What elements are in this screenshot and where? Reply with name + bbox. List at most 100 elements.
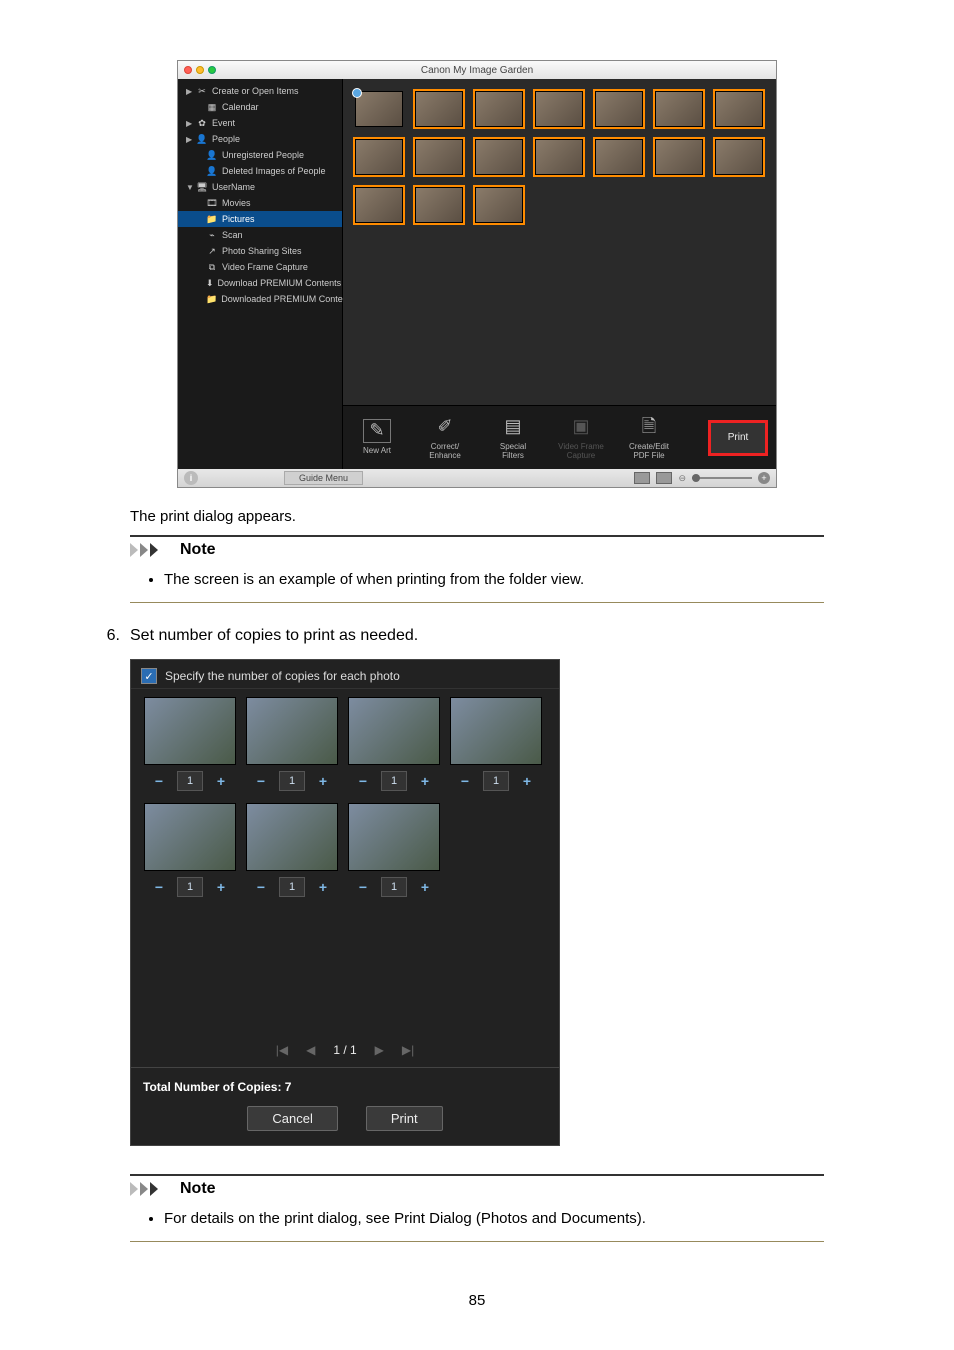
create-pdf-button[interactable]: 🗎 Create/Edit PDF File [623,415,675,461]
thumbnail[interactable] [355,91,403,127]
copies-cell: −1 + [139,697,241,803]
thumbnail[interactable] [475,187,523,223]
sidebar-label: Download PREMIUM Contents [218,278,342,288]
sidebar: ▶✂Create or Open Items▦Calendar▶✿Event▶👤… [178,79,343,469]
sidebar-item[interactable]: 📁Downloaded PREMIUM Contents [178,291,342,307]
thumbnail[interactable] [715,91,763,127]
correct-enhance-button[interactable]: ✐ Correct/ Enhance [419,415,471,461]
minus-icon[interactable]: − [355,879,371,895]
thumbnail[interactable] [415,139,463,175]
note-heading: Note [180,1180,216,1198]
sidebar-item[interactable]: ▼🖥UserName [178,179,342,195]
special-filters-button[interactable]: ▤ Special Filters [487,415,539,461]
correct-label: Correct/ Enhance [429,443,461,461]
caret-icon: ▼ [186,183,192,192]
sidebar-item[interactable]: 🎞Movies [178,195,342,211]
thumbnail[interactable] [655,139,703,175]
sidebar-item[interactable]: ▦ Calendar [178,99,342,115]
sidebar-item[interactable]: ▶✂Create or Open Items [178,83,342,99]
copies-count[interactable]: 1 [279,877,305,897]
thumbnail[interactable] [415,91,463,127]
sidebar-icon: ▦ [206,101,218,113]
specify-copies-checkbox[interactable]: ✓ [141,668,157,684]
new-art-button[interactable]: ✎ New Art [351,419,403,456]
thumbnail[interactable] [535,139,583,175]
copies-count[interactable]: 1 [279,771,305,791]
pager-next-icon[interactable]: ▶ [375,1043,384,1057]
view-mode-icon-2[interactable] [656,472,672,484]
quantity-stepper: −1 + [253,771,331,791]
photo-thumbnail[interactable] [144,803,236,871]
photo-thumbnail[interactable] [144,697,236,765]
cancel-button[interactable]: Cancel [247,1106,337,1131]
minus-icon[interactable]: − [355,773,371,789]
plus-icon[interactable]: + [213,879,229,895]
print-dialog-button[interactable]: Print [366,1106,443,1131]
plus-icon[interactable]: + [417,879,433,895]
step-number: 6. [100,627,120,645]
doc-badge-icon [352,88,362,98]
pager-first-icon[interactable]: |◀ [276,1043,288,1057]
total-copies-label: Total Number of Copies: 7 [131,1067,559,1106]
copies-count[interactable]: 1 [177,877,203,897]
pager-prev-icon[interactable]: ◀ [306,1043,315,1057]
plus-icon[interactable]: + [213,773,229,789]
view-mode-icon[interactable] [634,472,650,484]
copies-count[interactable]: 1 [483,771,509,791]
guide-menu-button[interactable]: Guide Menu [284,471,363,485]
caret-icon: ▶ [186,87,192,96]
plus-icon[interactable]: + [315,773,331,789]
thumbnail[interactable] [355,139,403,175]
info-icon[interactable]: i [184,471,198,485]
photo-thumbnail[interactable] [348,803,440,871]
sidebar-icon: 👤 [206,165,218,177]
photo-thumbnail[interactable] [246,697,338,765]
zoom-in-icon[interactable]: + [758,472,770,484]
thumbnail[interactable] [535,91,583,127]
thumbnail[interactable] [355,187,403,223]
quantity-stepper: −1 + [151,877,229,897]
zoom-slider[interactable] [692,477,752,479]
minus-icon[interactable]: − [253,773,269,789]
step-6: 6. Set number of copies to print as need… [100,627,854,645]
minus-icon[interactable]: − [253,879,269,895]
copies-count[interactable]: 1 [381,771,407,791]
caret-icon: ▶ [186,135,192,144]
sidebar-label: Calendar [222,102,259,112]
copies-count[interactable]: 1 [177,771,203,791]
pdf-icon: 🗎 [635,415,663,439]
sidebar-item[interactable]: ↗Photo Sharing Sites [178,243,342,259]
thumbnail[interactable] [655,91,703,127]
thumbnail[interactable] [715,139,763,175]
sidebar-item[interactable]: ⧉Video Frame Capture [178,259,342,275]
thumbnail[interactable] [475,139,523,175]
plus-icon[interactable]: + [417,773,433,789]
thumbnail[interactable] [415,187,463,223]
sidebar-item[interactable]: ▶✿Event [178,115,342,131]
photo-thumbnail[interactable] [450,697,542,765]
sidebar-item[interactable]: 📁Pictures [178,211,342,227]
thumbnail[interactable] [475,91,523,127]
plus-icon[interactable]: + [519,773,535,789]
sidebar-item[interactable]: ⌁Scan [178,227,342,243]
thumbnail[interactable] [595,139,643,175]
copies-dialog: ✓ Specify the number of copies for each … [130,659,560,1146]
copies-grid: −1+−1+−1+−1+−1+−1+−1+ [131,689,559,917]
minus-icon[interactable]: − [151,773,167,789]
photo-thumbnail[interactable] [348,697,440,765]
sidebar-label: Video Frame Capture [222,262,308,272]
copies-count[interactable]: 1 [381,877,407,897]
thumbnail[interactable] [595,91,643,127]
pager-last-icon[interactable]: ▶| [402,1043,414,1057]
photo-thumbnail[interactable] [246,803,338,871]
plus-icon[interactable]: + [315,879,331,895]
sidebar-icon: 👤 [206,149,218,161]
print-button[interactable]: Print [708,420,768,456]
zoom-out-icon[interactable]: ⊖ [678,473,686,484]
minus-icon[interactable]: − [457,773,473,789]
minus-icon[interactable]: − [151,879,167,895]
sidebar-item[interactable]: 👤Unregistered People [178,147,342,163]
sidebar-item[interactable]: ⬇Download PREMIUM Contents [178,275,342,291]
sidebar-item[interactable]: ▶👤People [178,131,342,147]
sidebar-item[interactable]: 👤Deleted Images of People [178,163,342,179]
